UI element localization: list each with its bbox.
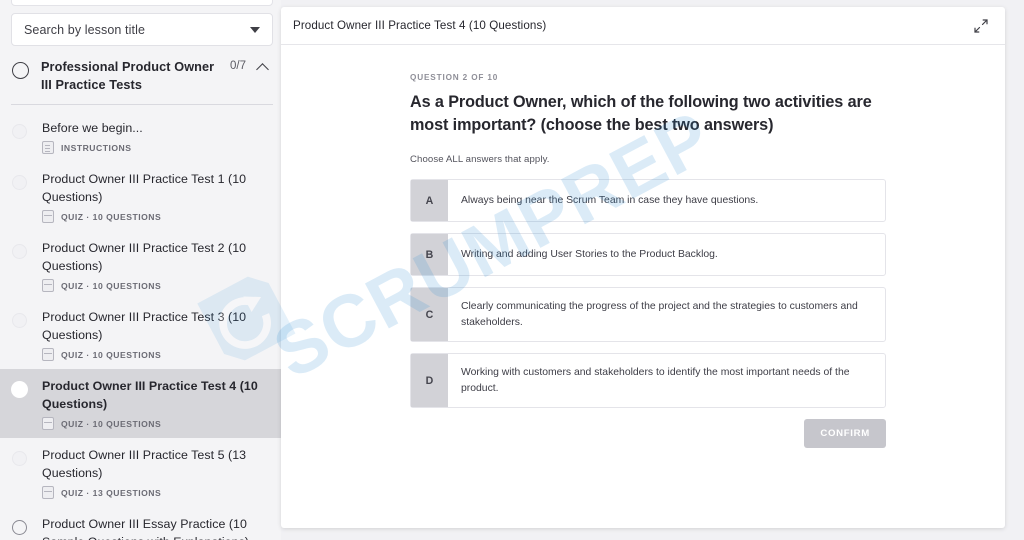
- quiz-icon: [42, 417, 54, 430]
- status-circle-icon: [12, 124, 27, 139]
- section-title: Professional Product Owner III Practice …: [41, 58, 222, 94]
- lesson-meta-text: INSTRUCTIONS: [61, 143, 131, 153]
- lesson-meta: QUIZ · 13 QUESTIONS: [42, 486, 267, 499]
- lesson-meta-text: QUIZ · 10 QUESTIONS: [61, 419, 161, 429]
- option-text: Always being near the Scrum Team in case…: [448, 180, 885, 221]
- option-letter: A: [411, 180, 448, 221]
- list-item-body: Product Owner III Practice Test 3 (10 Qu…: [42, 306, 267, 361]
- lesson-meta-text: QUIZ · 13 QUESTIONS: [61, 488, 161, 498]
- circle-outline-icon: [12, 62, 29, 79]
- list-item[interactable]: Product Owner III Practice Test 2 (10 Qu…: [0, 231, 281, 300]
- status-circle-filled-icon: [12, 382, 27, 397]
- status-circle-icon: [12, 451, 27, 466]
- lesson-meta-text: QUIZ · 10 QUESTIONS: [61, 281, 161, 291]
- list-item-active[interactable]: Product Owner III Practice Test 4 (10 Qu…: [0, 369, 281, 438]
- answer-option-b[interactable]: B Writing and adding User Stories to the…: [410, 233, 886, 276]
- option-text: Working with customers and stakeholders …: [448, 354, 885, 407]
- lesson-title: Product Owner III Practice Test 4 (10 Qu…: [42, 377, 267, 413]
- lesson-meta: QUIZ · 10 QUESTIONS: [42, 348, 267, 361]
- quiz-content: QUESTION 2 OF 10 As a Product Owner, whi…: [410, 73, 886, 448]
- lesson-title: Product Owner III Practice Test 2 (10 Qu…: [42, 239, 267, 275]
- option-text: Clearly communicating the progress of th…: [448, 288, 885, 341]
- answer-option-d[interactable]: D Working with customers and stakeholder…: [410, 353, 886, 408]
- option-text: Writing and adding User Stories to the P…: [448, 234, 885, 275]
- quiz-icon: [42, 486, 54, 499]
- lesson-meta: QUIZ · 10 QUESTIONS: [42, 279, 267, 292]
- quiz-icon: [42, 279, 54, 292]
- list-item[interactable]: Product Owner III Practice Test 1 (10 Qu…: [0, 162, 281, 231]
- section-divider: [11, 104, 273, 105]
- list-item-body: Before we begin... INSTRUCTIONS: [42, 117, 267, 154]
- confirm-button[interactable]: CONFIRM: [804, 419, 886, 448]
- sidebar-top-partial-panel: [11, 0, 273, 6]
- lesson-meta: QUIZ · 10 QUESTIONS: [42, 417, 267, 430]
- list-item-body: Product Owner III Practice Test 2 (10 Qu…: [42, 237, 267, 292]
- option-letter: B: [411, 234, 448, 275]
- lesson-title: Product Owner III Essay Practice (10 Sam…: [42, 515, 267, 540]
- list-item-body: Product Owner III Practice Test 1 (10 Qu…: [42, 168, 267, 223]
- quiz-icon: [42, 348, 54, 361]
- instructions-icon: [42, 141, 54, 154]
- chevron-down-icon[interactable]: [250, 27, 260, 33]
- app-root: Search by lesson title Professional Prod…: [0, 0, 1024, 540]
- option-letter: D: [411, 354, 448, 407]
- list-item[interactable]: Product Owner III Practice Test 3 (10 Qu…: [0, 300, 281, 369]
- status-circle-icon: [12, 175, 27, 190]
- search-input[interactable]: Search by lesson title: [11, 13, 273, 46]
- quiz-icon: [42, 210, 54, 223]
- list-item-body: Product Owner III Practice Test 4 (10 Qu…: [42, 375, 267, 430]
- question-instruction: Choose ALL answers that apply.: [410, 154, 886, 165]
- quiz-card: Product Owner III Practice Test 4 (10 Qu…: [281, 7, 1005, 528]
- list-item[interactable]: Product Owner III Essay Practice (10 Sam…: [0, 507, 281, 540]
- lesson-meta-text: QUIZ · 10 QUESTIONS: [61, 350, 161, 360]
- section-progress-count: 0/7: [230, 60, 246, 72]
- confirm-row: CONFIRM: [410, 419, 886, 448]
- quiz-body: QUESTION 2 OF 10 As a Product Owner, whi…: [281, 45, 1005, 448]
- section-header-practice-tests[interactable]: Professional Product Owner III Practice …: [0, 58, 281, 94]
- chevron-up-icon[interactable]: [258, 62, 269, 73]
- search-placeholder-text: Search by lesson title: [24, 23, 250, 37]
- page-title: Product Owner III Practice Test 4 (10 Qu…: [293, 19, 973, 32]
- lesson-sidebar: Search by lesson title Professional Prod…: [0, 0, 281, 540]
- list-item-body: Product Owner III Essay Practice (10 Sam…: [42, 513, 267, 540]
- status-circle-icon: [12, 313, 27, 328]
- lesson-title: Product Owner III Practice Test 3 (10 Qu…: [42, 308, 267, 344]
- lesson-meta: QUIZ · 10 QUESTIONS: [42, 210, 267, 223]
- answer-options: A Always being near the Scrum Team in ca…: [410, 179, 886, 408]
- answer-option-a[interactable]: A Always being near the Scrum Team in ca…: [410, 179, 886, 222]
- lesson-list: Before we begin... INSTRUCTIONS Product …: [0, 111, 281, 540]
- list-item-body: Product Owner III Practice Test 5 (13 Qu…: [42, 444, 267, 499]
- lesson-meta: INSTRUCTIONS: [42, 141, 267, 154]
- lesson-title: Before we begin...: [42, 119, 267, 137]
- expand-diagonal-icon[interactable]: [973, 18, 989, 34]
- option-letter: C: [411, 288, 448, 341]
- lesson-title: Product Owner III Practice Test 1 (10 Qu…: [42, 170, 267, 206]
- status-circle-icon: [12, 244, 27, 259]
- answer-option-c[interactable]: C Clearly communicating the progress of …: [410, 287, 886, 342]
- status-circle-icon: [12, 520, 27, 535]
- list-item[interactable]: Product Owner III Practice Test 5 (13 Qu…: [0, 438, 281, 507]
- question-counter: QUESTION 2 OF 10: [410, 73, 886, 82]
- lesson-title: Product Owner III Practice Test 5 (13 Qu…: [42, 446, 267, 482]
- card-header: Product Owner III Practice Test 4 (10 Qu…: [281, 7, 1005, 45]
- question-text: As a Product Owner, which of the followi…: [410, 91, 886, 137]
- list-item[interactable]: Before we begin... INSTRUCTIONS: [0, 111, 281, 162]
- lesson-meta-text: QUIZ · 10 QUESTIONS: [61, 212, 161, 222]
